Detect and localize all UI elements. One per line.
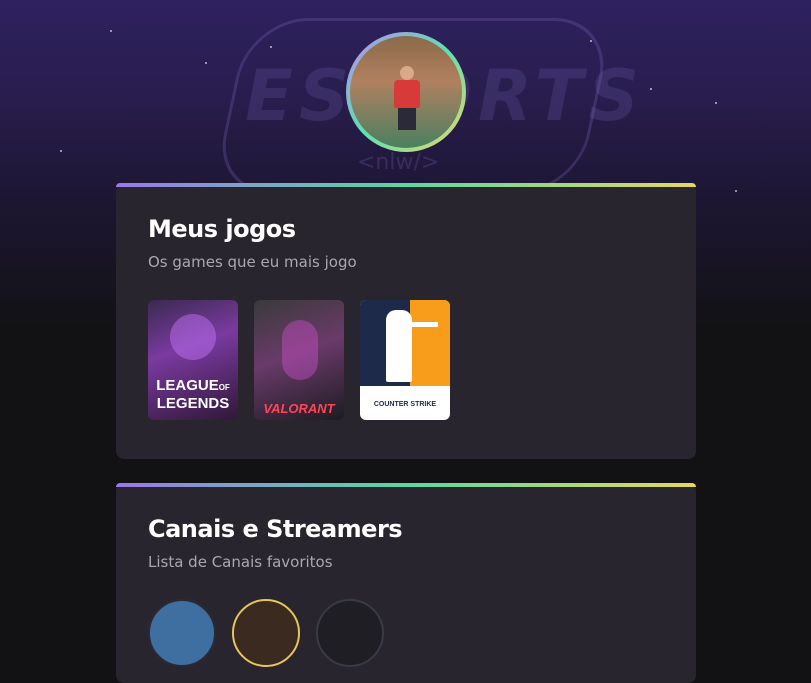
background-logo-subtitle: <nlw/> [357, 150, 440, 175]
valorant-artwork [282, 320, 318, 380]
star [715, 102, 717, 104]
valorant-logo: VALORANT [263, 401, 335, 416]
games-subtitle: Os games que eu mais jogo [148, 253, 357, 271]
star [735, 190, 737, 192]
channels-subtitle: Lista de Canais favoritos [148, 553, 333, 571]
photo-person-legs [398, 108, 416, 130]
channels-list [148, 599, 384, 667]
purple-channel-icon[interactable] [316, 599, 384, 667]
cs-logo: COUNTER STRIKE [373, 401, 437, 408]
star [110, 30, 112, 32]
lol-logo-line2: LEGENDS [156, 395, 230, 412]
star [590, 40, 592, 42]
photo-person-body [394, 80, 420, 108]
star [205, 62, 207, 64]
game-valorant[interactable]: VALORANT [254, 300, 344, 420]
game-counter-strike[interactable]: COUNTER STRIKE [360, 300, 450, 420]
lol-logo-line1: LEAGUE [156, 377, 219, 394]
games-list: LEAGUEOF LEGENDS VALORANT COUNTER STRIKE [148, 300, 450, 420]
star [60, 150, 62, 152]
lol-logo: LEAGUEOF LEGENDS [148, 378, 238, 412]
photo-person-head [400, 66, 414, 80]
lol-logo-of: OF [218, 383, 230, 392]
games-card: Meus jogos Os games que eu mais jogo LEA… [116, 183, 696, 459]
star [650, 88, 652, 90]
lol-artwork [170, 314, 216, 360]
cs-panel-right [410, 300, 450, 386]
streamer-avatar[interactable] [232, 599, 300, 667]
profile-avatar [346, 32, 466, 152]
game-league-of-legends[interactable]: LEAGUEOF LEGENDS [148, 300, 238, 420]
profile-photo [350, 36, 462, 148]
channels-card: Canais e Streamers Lista de Canais favor… [116, 483, 696, 683]
games-title: Meus jogos [148, 215, 296, 243]
crown-channel-icon[interactable] [148, 599, 216, 667]
cs-soldier-icon [386, 310, 412, 382]
star [270, 46, 272, 48]
channels-title: Canais e Streamers [148, 515, 403, 543]
cs-rifle-icon [404, 322, 438, 327]
